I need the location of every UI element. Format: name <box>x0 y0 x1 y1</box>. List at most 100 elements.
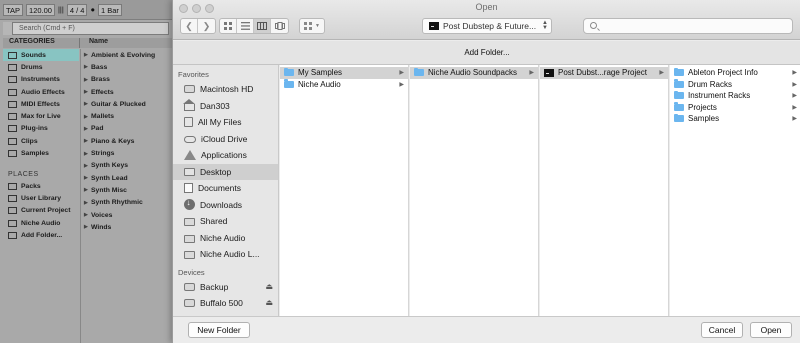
disclosure-triangle-icon[interactable]: ▶ <box>84 212 89 218</box>
category-icon <box>8 150 17 158</box>
sidebar-item[interactable]: Downloads <box>173 197 278 214</box>
sound-folder-item[interactable]: ▶ Winds <box>81 221 172 233</box>
sound-folder-item[interactable]: ▶ Mallets <box>81 110 172 122</box>
disclosure-triangle-icon[interactable]: ▶ <box>84 114 89 120</box>
tempo-field[interactable]: 120.00 <box>26 3 55 16</box>
category-item[interactable]: Samples <box>3 147 79 159</box>
search-toggle-button[interactable] <box>3 22 13 35</box>
sound-folder-item[interactable]: ▶ Strings <box>81 147 172 159</box>
sidebar-item[interactable]: iCloud Drive <box>173 131 278 148</box>
sidebar-item[interactable]: Shared <box>173 213 278 230</box>
category-item[interactable]: Plug-ins <box>3 123 79 135</box>
column-view-button[interactable] <box>254 19 271 33</box>
project-folder-icon <box>544 68 554 77</box>
sidebar-device-item[interactable]: Buffalo 500 ⏏ <box>173 295 278 312</box>
sidebar-item-label: Dan303 <box>200 100 230 111</box>
cancel-button[interactable]: Cancel <box>701 322 743 338</box>
sound-folder-item[interactable]: ▶ Synth Rhythmic <box>81 197 172 209</box>
category-label: MIDI Effects <box>21 100 60 108</box>
browser-row[interactable]: Post Dubst...rage Project ▶ <box>540 67 668 79</box>
browser-row[interactable]: My Samples ▶ <box>280 67 408 79</box>
sound-folder-item[interactable]: ▶ Ambient & Evolving <box>81 49 172 61</box>
icon-view-button[interactable] <box>220 19 237 33</box>
disclosure-triangle-icon[interactable]: ▶ <box>84 64 89 70</box>
sidebar-item[interactable]: Documents <box>173 180 278 197</box>
coverflow-view-button[interactable] <box>271 19 288 33</box>
place-item[interactable]: Niche Audio <box>3 217 79 229</box>
sidebar-item[interactable]: Applications <box>173 147 278 164</box>
category-item[interactable]: Instruments <box>3 74 79 86</box>
time-signature[interactable]: 4 / 4 <box>66 3 88 16</box>
category-item[interactable]: MIDI Effects <box>3 98 79 110</box>
category-item[interactable]: Drums <box>3 61 79 73</box>
sound-folder-item[interactable]: ▶ Synth Lead <box>81 172 172 184</box>
browser-row[interactable]: Niche Audio Soundpacks ▶ <box>410 67 538 79</box>
disclosure-triangle-icon[interactable]: ▶ <box>84 89 89 95</box>
sound-folder-item[interactable]: ▶ Effects <box>81 86 172 98</box>
sound-folder-item[interactable]: ▶ Guitar & Plucked <box>81 98 172 110</box>
location-popup[interactable]: Post Dubstep & Future... ▲ ▼ <box>422 18 552 34</box>
categories-header: CATEGORIES <box>3 38 79 48</box>
browser-row[interactable]: Projects ▶ <box>670 102 800 114</box>
category-item[interactable]: Sounds <box>3 49 79 62</box>
new-folder-button[interactable]: New Folder <box>188 322 250 338</box>
category-item[interactable]: Clips <box>3 135 79 147</box>
sound-folder-item[interactable]: ▶ Synth Keys <box>81 160 172 172</box>
sidebar-item[interactable]: Niche Audio L... <box>173 246 278 263</box>
sidebar-item[interactable]: Desktop <box>173 163 278 180</box>
disclosure-triangle-icon[interactable]: ▶ <box>84 151 89 157</box>
disclosure-triangle-icon[interactable]: ▶ <box>84 126 89 132</box>
sidebar-item[interactable]: Niche Audio <box>173 230 278 247</box>
back-button[interactable]: ❮ <box>181 19 198 33</box>
category-item[interactable]: Audio Effects <box>3 86 79 98</box>
sidebar-item[interactable]: Dan303 <box>173 98 278 115</box>
browser-row[interactable]: Samples ▶ <box>670 113 800 125</box>
disclosure-triangle-icon[interactable]: ▶ <box>84 77 89 83</box>
tap-button[interactable]: TAP <box>3 3 24 16</box>
browser-row[interactable]: Drum Racks ▶ <box>670 79 800 91</box>
sidebar-device-item[interactable]: Backup ⏏ <box>173 279 278 296</box>
search-input[interactable] <box>583 18 793 34</box>
browser-search-input[interactable]: Search (Cmd + F) <box>3 22 169 35</box>
disclosure-triangle-icon[interactable]: ▶ <box>84 101 89 107</box>
forward-button[interactable]: ❯ <box>198 19 215 33</box>
browser-row[interactable]: Niche Audio ▶ <box>280 79 408 91</box>
sound-folder-label: Synth Lead <box>91 174 128 182</box>
metronome-icon[interactable]: ||| <box>58 5 64 14</box>
add-folder-button[interactable]: Add Folder... <box>173 41 800 65</box>
disclosure-triangle-icon[interactable]: ▶ <box>84 175 89 181</box>
sound-folder-item[interactable]: ▶ Piano & Keys <box>81 135 172 147</box>
sound-folder-item[interactable]: ▶ Brass <box>81 74 172 86</box>
category-item[interactable]: Max for Live <box>3 110 79 122</box>
document-icon <box>184 183 193 194</box>
place-label: User Library <box>21 194 62 202</box>
disclosure-triangle-icon[interactable]: ▶ <box>84 163 89 169</box>
eject-icon[interactable]: ⏏ <box>265 298 273 307</box>
disclosure-triangle-icon[interactable]: ▶ <box>84 187 89 193</box>
disclosure-triangle-icon[interactable]: ▶ <box>84 200 89 206</box>
list-view-button[interactable] <box>237 19 254 33</box>
sound-folder-item[interactable]: ▶ Voices <box>81 209 172 221</box>
browser-row[interactable]: Instrument Racks ▶ <box>670 90 800 102</box>
quantize-select[interactable]: 1 Bar <box>97 3 122 16</box>
sidebar-item-label: Shared <box>200 216 228 227</box>
record-icon[interactable]: ● <box>90 5 95 14</box>
sound-folder-item[interactable]: ▶ Synth Misc <box>81 184 172 196</box>
disclosure-triangle-icon[interactable]: ▶ <box>84 224 89 230</box>
sidebar-item[interactable]: Macintosh HD <box>173 81 278 98</box>
sound-folder-item[interactable]: ▶ Pad <box>81 123 172 135</box>
disclosure-triangle-icon[interactable]: ▶ <box>84 52 89 58</box>
place-item[interactable]: Current Project <box>3 205 79 217</box>
arrange-menu-button[interactable]: ▼ <box>299 18 325 34</box>
sound-folder-item[interactable]: ▶ Bass <box>81 61 172 73</box>
sidebar-item[interactable]: All My Files <box>173 114 278 131</box>
name-column-header[interactable]: Name <box>79 38 172 48</box>
place-item[interactable]: User Library <box>3 192 79 204</box>
chevron-right-icon: ▶ <box>659 70 664 77</box>
place-item[interactable]: Packs <box>3 180 79 192</box>
disclosure-triangle-icon[interactable]: ▶ <box>84 138 89 144</box>
open-button[interactable]: Open <box>750 322 792 338</box>
place-item[interactable]: Add Folder... <box>3 229 79 241</box>
eject-icon[interactable]: ⏏ <box>265 282 273 291</box>
browser-row[interactable]: Ableton Project Info ▶ <box>670 67 800 79</box>
